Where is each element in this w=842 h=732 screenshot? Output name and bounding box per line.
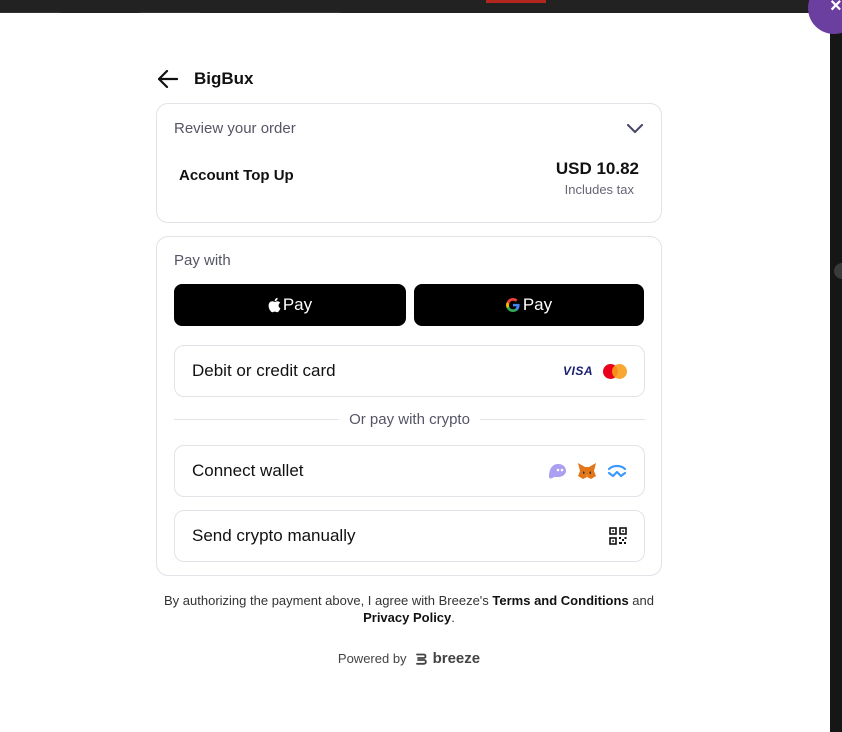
legal-prefix: By authorizing the payment above, I agre… — [164, 593, 493, 608]
close-icon: × — [830, 0, 842, 17]
browser-tab[interactable] — [140, 0, 200, 13]
send-crypto-manually-option[interactable]: Send crypto manually — [174, 510, 645, 562]
legal-suffix: . — [451, 610, 455, 625]
back-arrow-icon-glyph — [158, 70, 178, 88]
card-option-label: Debit or credit card — [192, 361, 336, 380]
legal-middle: and — [628, 593, 654, 608]
background-page-edge — [830, 13, 842, 732]
checkout-dialog: BigBux Review your order Account Top Up … — [0, 13, 830, 732]
apple-pay-button[interactable]: Pay — [174, 284, 406, 326]
powered-by-footer: Powered by breeze — [0, 650, 818, 667]
browser-tab-strip — [0, 0, 842, 13]
terms-link[interactable]: Terms and Conditions — [492, 593, 628, 608]
payment-methods-card: Pay with Pay Pay Debit or credit card VI… — [156, 236, 662, 576]
metamask-fox-icon — [578, 463, 596, 479]
merchant-name: BigBux — [194, 69, 254, 88]
apple-pay-label: Pay — [282, 295, 313, 314]
order-item-name: Account Top Up — [179, 167, 294, 184]
powered-by-label: Powered by — [337, 651, 407, 666]
pay-with-label: Pay with — [174, 252, 231, 269]
tax-note: Includes tax — [564, 182, 634, 197]
apple-icon — [268, 297, 281, 313]
browser-tab[interactable] — [0, 0, 60, 13]
order-summary-card: Review your order Account Top Up USD 10.… — [156, 103, 662, 223]
chevron-down-icon[interactable] — [627, 123, 643, 134]
mastercard-icon — [603, 363, 627, 379]
breeze-wordmark: breeze — [432, 650, 481, 667]
card-brand-icons: VISA — [562, 363, 627, 379]
card-payment-option[interactable]: Debit or credit card VISA — [174, 345, 645, 397]
order-total-price: USD 10.82 — [555, 159, 639, 178]
breeze-logo[interactable]: breeze — [415, 650, 481, 667]
divider-line — [174, 419, 340, 420]
active-tab-indicator — [486, 0, 546, 3]
connect-wallet-option[interactable]: Connect wallet — [174, 445, 645, 497]
back-arrow-icon[interactable] — [156, 67, 180, 91]
privacy-policy-link[interactable]: Privacy Policy — [363, 610, 451, 625]
browser-tab[interactable] — [280, 0, 340, 13]
review-order-label: Review your order — [174, 120, 296, 137]
background-scroll-handle — [834, 263, 842, 279]
crypto-divider: Or pay with crypto — [174, 411, 645, 428]
google-icon — [505, 298, 520, 312]
send-manually-label: Send crypto manually — [192, 526, 356, 545]
google-pay-button[interactable]: Pay — [414, 284, 644, 326]
review-order-toggle[interactable]: Review your order — [174, 120, 643, 137]
connect-wallet-label: Connect wallet — [192, 461, 304, 480]
qr-code-icon — [609, 527, 627, 545]
visa-icon: VISA — [562, 364, 593, 378]
divider-line — [479, 419, 645, 420]
crypto-divider-label: Or pay with crypto — [349, 411, 470, 428]
breeze-logo-icon — [415, 653, 427, 665]
phantom-ghost-icon — [549, 464, 566, 479]
wallet-provider-icons — [547, 462, 627, 480]
legal-disclaimer: By authorizing the payment above, I agre… — [140, 592, 678, 626]
walletconnect-icon — [607, 464, 627, 478]
dialog-header: BigBux — [156, 67, 254, 91]
google-pay-label: Pay — [522, 295, 553, 314]
